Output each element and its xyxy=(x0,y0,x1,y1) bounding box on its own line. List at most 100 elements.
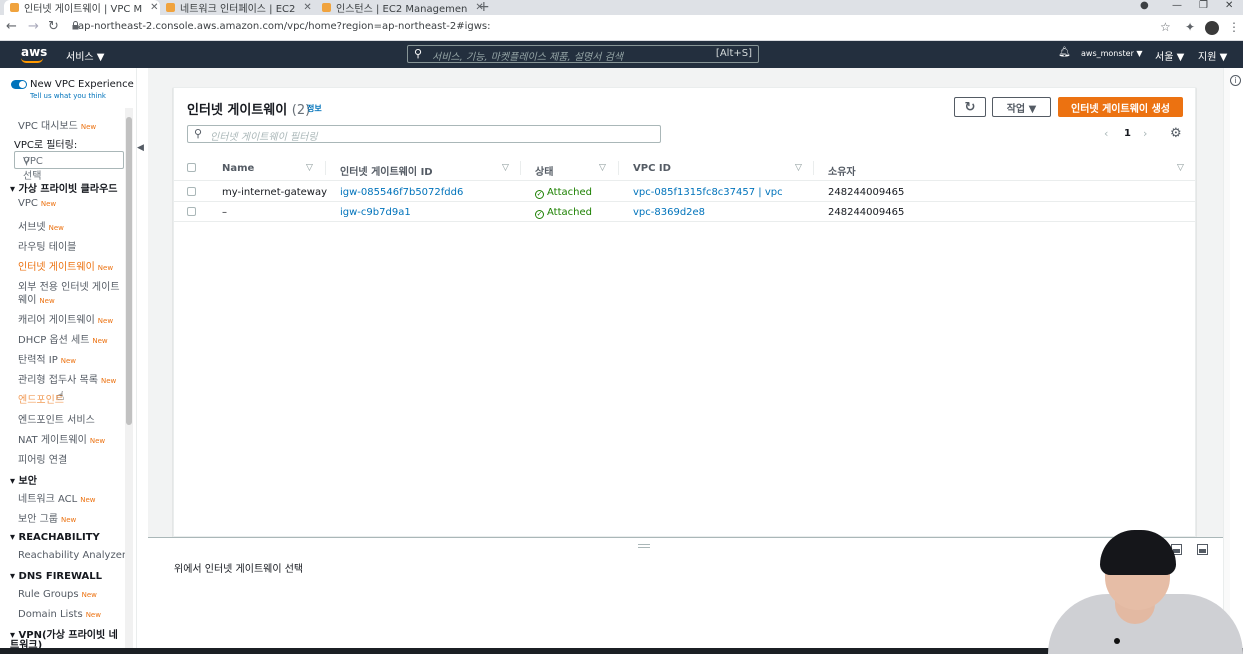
column-divider[interactable] xyxy=(520,161,521,175)
browser-avatar[interactable] xyxy=(1205,21,1219,35)
gateway-filter-input[interactable]: ⚲ 인터넷 게이트웨이 필터링 xyxy=(187,125,661,143)
cell-owner: 248244009465 xyxy=(828,207,905,218)
presenter-hair xyxy=(1100,530,1176,575)
sort-icon[interactable]: ▽ xyxy=(795,163,802,173)
column-header-id[interactable]: 인터넷 게이트웨이 ID xyxy=(340,163,433,178)
new-tab-button[interactable]: + xyxy=(478,0,490,15)
tab-title: 네트워크 인터페이스 | EC2 xyxy=(180,4,296,15)
search-icon: ⚲ xyxy=(414,47,423,60)
table-header xyxy=(174,157,1195,181)
vpc-id-link[interactable]: vpc-8369d2e8 xyxy=(633,207,705,218)
sidebar-scroll-thumb[interactable] xyxy=(126,117,132,425)
minimize-icon[interactable]: — xyxy=(1172,0,1182,11)
info-panel-icon[interactable]: i xyxy=(1230,75,1241,86)
table-settings-gear-icon[interactable]: ⚙ xyxy=(1170,126,1182,141)
select-all-checkbox[interactable] xyxy=(187,163,196,172)
previous-page-icon[interactable]: ‹ xyxy=(1104,127,1108,140)
column-header-owner[interactable]: 소유자 xyxy=(828,163,856,178)
column-header-state[interactable]: 상태 xyxy=(535,163,553,178)
extensions-icon[interactable]: ✦ xyxy=(1185,20,1195,34)
nav-subnets[interactable]: 서브넷 New xyxy=(18,218,64,233)
cell-name: my-internet-gateway xyxy=(222,187,328,198)
nav-dhcp-options[interactable]: DHCP 옵션 세트 New xyxy=(18,331,108,346)
close-tab-icon[interactable]: ✕ xyxy=(150,2,158,13)
profile-menu-icon[interactable]: ● xyxy=(1140,0,1149,11)
close-tab-icon[interactable]: ✕ xyxy=(303,2,311,13)
sort-icon[interactable]: ▽ xyxy=(599,163,606,173)
status-badge: ✓ Attached xyxy=(535,187,592,199)
section-reachability[interactable]: ▾ REACHABILITY xyxy=(10,532,100,543)
browser-tab-ec2-interfaces[interactable]: 네트워크 인터페이스 | EC2 ✕ xyxy=(160,0,316,15)
reload-icon[interactable]: ↻ xyxy=(48,19,59,34)
actions-button[interactable]: 작업 ▼ xyxy=(992,97,1051,117)
nav-domain-lists[interactable]: Domain Lists New xyxy=(18,609,101,620)
gateway-id-link[interactable]: igw-085546f7b5072fdd6 xyxy=(340,187,463,198)
browser-tab-vpc[interactable]: 인터넷 게이트웨이 | VPC M ✕ xyxy=(4,0,160,15)
nav-rule-groups[interactable]: Rule Groups New xyxy=(18,589,97,600)
create-internet-gateway-button[interactable]: 인터넷 게이트웨이 생성 xyxy=(1058,97,1183,117)
new-vpc-experience-toggle[interactable] xyxy=(11,80,27,89)
aws-search-input[interactable]: ⚲ 서비스, 기능, 마켓플레이스 제품, 설명서 검색 [Alt+S] xyxy=(407,45,759,63)
nav-security-groups[interactable]: 보안 그룹 New xyxy=(18,510,76,525)
nav-reachability-analyzer[interactable]: Reachability Analyzer xyxy=(18,550,126,561)
nav-elastic-ip[interactable]: 탄력적 IP New xyxy=(18,351,76,366)
sort-icon[interactable]: ▽ xyxy=(306,163,313,173)
column-divider[interactable] xyxy=(325,161,326,175)
support-menu[interactable]: 지원 ▼ xyxy=(1198,48,1227,63)
vpc-id-link[interactable]: vpc-085f1315fc8c37457 | vpc xyxy=(633,187,783,198)
region-menu[interactable]: 서울 ▼ xyxy=(1155,48,1184,63)
info-link[interactable]: 정보 xyxy=(307,103,322,114)
feedback-link[interactable]: Tell us what you think xyxy=(30,92,106,100)
forward-icon[interactable]: → xyxy=(28,19,39,34)
new-vpc-experience-label: New VPC Experience xyxy=(30,79,134,90)
nav-nat-gateways[interactable]: NAT 게이트웨이 New xyxy=(18,431,105,446)
new-badge: New xyxy=(92,337,108,345)
status-badge: ✓ Attached xyxy=(535,207,592,219)
section-virtual-cloud[interactable]: ▾ 가상 프라이빗 클라우드 xyxy=(10,180,117,195)
nav-label: 네트워크 ACL xyxy=(18,494,78,505)
nav-internet-gateways[interactable]: 인터넷 게이트웨이 New xyxy=(18,258,113,273)
nav-egress-only-gateways-cont[interactable]: 웨이 New xyxy=(18,291,55,306)
row-checkbox[interactable] xyxy=(187,207,196,216)
column-divider[interactable] xyxy=(813,161,814,175)
check-circle-icon: ✓ xyxy=(535,190,544,199)
nav-route-tables[interactable]: 라우팅 테이블 xyxy=(18,238,76,253)
back-icon[interactable]: ← xyxy=(6,19,17,34)
row-checkbox[interactable] xyxy=(187,187,196,196)
vpc-filter-select[interactable]: ⚲ VPC 선택 xyxy=(14,151,124,182)
nav-vpc-dashboard[interactable]: VPC 대시보드 New xyxy=(18,117,96,132)
column-header-vpc-id[interactable]: VPC ID xyxy=(633,163,671,174)
notifications-bell-icon[interactable]: 🔔︎ xyxy=(1058,47,1071,58)
nav-label: 웨이 xyxy=(18,295,37,306)
nav-managed-prefix-lists[interactable]: 관리형 접두사 목록 New xyxy=(18,371,116,386)
url-field[interactable]: ap-northeast-2.console.aws.amazon.com/vp… xyxy=(78,21,491,32)
nav-endpoint-services[interactable]: 엔드포인트 서비스 xyxy=(18,411,95,426)
browser-tab-ec2-instances[interactable]: 인스턴스 | EC2 Managemen ✕ xyxy=(316,0,484,15)
column-divider[interactable] xyxy=(618,161,619,175)
current-page[interactable]: 1 xyxy=(1124,128,1131,139)
restore-icon[interactable]: ❐ xyxy=(1199,0,1208,11)
sort-icon[interactable]: ▽ xyxy=(502,163,509,173)
account-menu[interactable]: aws_monster ▼ xyxy=(1081,49,1143,58)
lapel-mic-icon xyxy=(1114,638,1120,644)
next-page-icon[interactable]: › xyxy=(1143,127,1147,140)
close-window-icon[interactable]: ✕ xyxy=(1225,0,1233,11)
aws-logo[interactable]: aws xyxy=(21,45,47,59)
column-header-name[interactable]: Name xyxy=(222,163,254,174)
gateway-id-link[interactable]: igw-c9b7d9a1 xyxy=(340,207,411,218)
split-panel-resize-handle[interactable] xyxy=(638,544,650,548)
refresh-button[interactable]: ↻ xyxy=(954,97,986,117)
collapse-sidebar-icon[interactable]: ◀ xyxy=(137,143,144,153)
services-menu-button[interactable]: 서비스 ▼ xyxy=(66,48,104,63)
check-circle-icon: ✓ xyxy=(535,210,544,219)
browser-menu-icon[interactable]: ⋮ xyxy=(1228,20,1240,34)
section-security[interactable]: ▾ 보안 xyxy=(10,472,37,487)
nav-peering-connections[interactable]: 피어링 연결 xyxy=(18,451,67,466)
tab-title: 인터넷 게이트웨이 | VPC M xyxy=(24,4,143,15)
sort-icon[interactable]: ▽ xyxy=(1177,163,1184,173)
bookmark-star-icon[interactable]: ☆ xyxy=(1160,20,1171,34)
nav-carrier-gateways[interactable]: 캐리어 게이트웨이 New xyxy=(18,311,113,326)
nav-network-acl[interactable]: 네트워크 ACL New xyxy=(18,490,95,505)
section-dns-firewall[interactable]: ▾ DNS FIREWALL xyxy=(10,571,102,582)
nav-vpc[interactable]: VPC New xyxy=(18,198,56,209)
